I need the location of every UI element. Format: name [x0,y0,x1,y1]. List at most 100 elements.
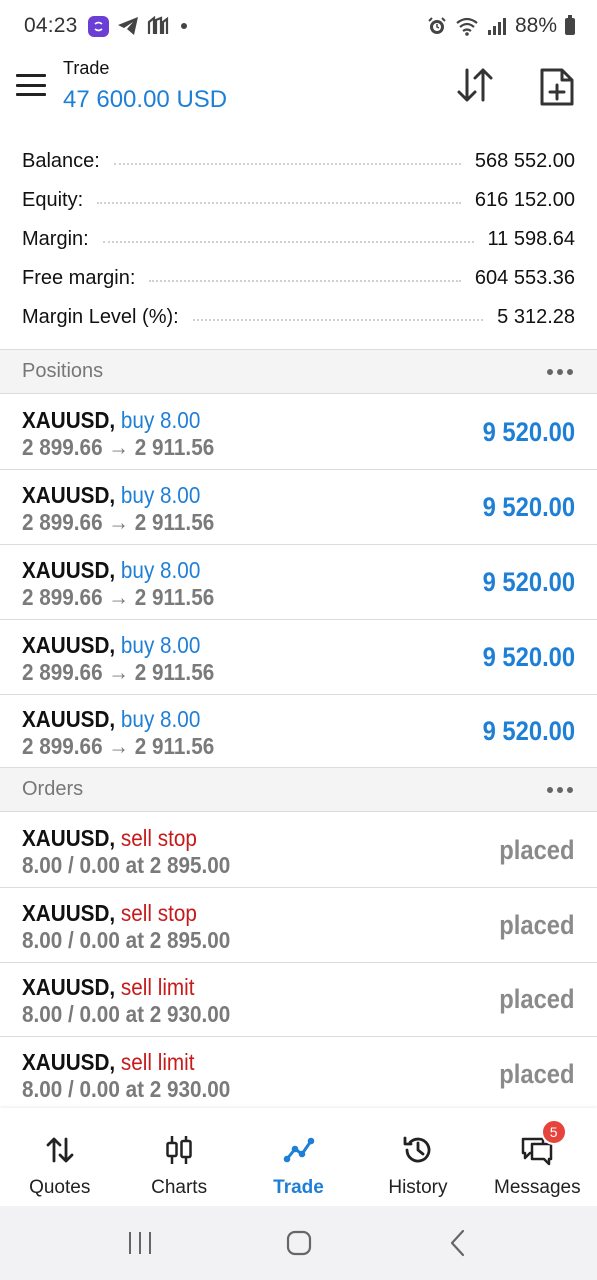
new-order-icon [540,68,574,106]
more-icon [547,368,553,375]
account-summary: Balance: 568 552.00 Equity: 616 152.00 M… [0,138,597,348]
dotted-leader [149,279,461,282]
order-title: XAUUSD, sell limit [22,974,195,1001]
sort-button[interactable] [455,66,497,106]
position-title: XAUUSD, buy 8.00 [22,632,200,659]
position-symbol: XAUUSD, [22,706,116,732]
viber-icon [87,15,109,37]
summary-label: Margin: [22,228,89,250]
nav-trade[interactable]: Trade [239,1108,358,1206]
back-button[interactable] [438,1223,478,1263]
position-prices: 2 899.66 → 2 911.56 [22,509,215,535]
position-row[interactable]: XAUUSD, buy 8.00 2 899.66 → 2 911.56 9 5… [0,470,597,545]
system-nav-bar [0,1206,597,1280]
notification-icons [87,15,187,37]
position-row[interactable]: XAUUSD, buy 8.00 2 899.66 → 2 911.56 9 5… [0,395,597,470]
order-type: sell limit [120,974,195,1000]
order-type: sell limit [120,1049,195,1075]
position-title: XAUUSD, buy 8.00 [22,482,200,509]
quotes-icon [46,1137,74,1163]
order-title: XAUUSD, sell stop [22,825,197,852]
position-type: buy 8.00 [120,557,201,583]
nav-label: Charts [151,1177,208,1198]
order-symbol: XAUUSD, [22,900,116,926]
trade-icon [283,1137,314,1163]
summary-label: Free margin: [22,267,136,289]
position-prices: 2 899.66 → 2 911.56 [22,584,215,610]
order-status: placed [499,835,575,865]
order-type: sell stop [120,900,197,926]
bottom-nav: Quotes Charts Trade History Messages 5 [0,1108,597,1206]
new-order-button[interactable] [538,66,576,108]
order-symbol: XAUUSD, [22,1049,116,1075]
position-type: buy 8.00 [120,706,201,732]
order-row[interactable]: XAUUSD, sell stop 8.00 / 0.00 at 2 895.0… [0,813,597,888]
nav-label: Quotes [29,1177,91,1198]
status-bar: 04:23 88% [0,0,597,52]
order-status: placed [499,984,575,1014]
dotted-leader [113,162,461,165]
battery-icon [565,14,575,35]
sort-icon [457,68,493,102]
signal-icon [487,18,506,35]
position-prices: 2 899.66 → 2 911.56 [22,434,215,460]
nav-history[interactable]: History [358,1108,477,1206]
back-icon [450,1229,464,1257]
more-notifications-icon [180,23,187,29]
home-button[interactable] [279,1223,319,1263]
order-details: 8.00 / 0.00 at 2 895.00 [22,852,231,878]
nav-charts[interactable]: Charts [119,1108,238,1206]
summary-row-balance: Balance: 568 552.00 [22,142,575,181]
recent-apps-icon [128,1232,151,1254]
order-row[interactable]: XAUUSD, sell stop 8.00 / 0.00 at 2 895.0… [0,888,597,963]
header-balance: 47 600.00 USD [63,86,228,113]
position-title: XAUUSD, buy 8.00 [22,407,200,434]
menu-button[interactable] [16,72,46,98]
section-title: Orders [22,778,84,800]
order-details: 8.00 / 0.00 at 2 930.00 [22,1076,231,1102]
order-row[interactable]: XAUUSD, sell limit 8.00 / 0.00 at 2 930.… [0,962,597,1037]
system-status: 88% [427,14,575,38]
summary-row-margin: Margin: 11 598.64 [22,220,575,259]
orders-more-button[interactable] [545,781,575,799]
telegram-icon [117,17,138,35]
position-row[interactable]: XAUUSD, buy 8.00 2 899.66 → 2 911.56 9 5… [0,545,597,620]
messages-badge: 5 [540,1119,567,1145]
nav-messages[interactable]: Messages 5 [478,1108,597,1206]
menu-icon [16,74,46,77]
alarm-icon [428,17,446,34]
app-icon [147,16,168,34]
position-profit: 9 520.00 [482,492,575,522]
summary-label: Balance: [22,150,100,172]
summary-row-margin-level: Margin Level (%): 5 312.28 [22,298,575,337]
summary-value: 568 552.00 [474,150,575,172]
summary-row-equity: Equity: 616 152.00 [22,181,575,220]
position-symbol: XAUUSD, [22,407,116,433]
section-title: Positions [22,360,104,382]
position-profit: 9 520.00 [482,417,575,447]
home-icon [286,1230,311,1256]
nav-label: Trade [273,1177,324,1198]
order-row[interactable]: XAUUSD, sell limit 8.00 / 0.00 at 2 930.… [0,1037,597,1112]
position-type: buy 8.00 [120,632,201,658]
nav-quotes[interactable]: Quotes [0,1108,119,1206]
page-title: Trade [63,58,110,78]
position-symbol: XAUUSD, [22,632,116,658]
order-type: sell stop [120,825,197,851]
positions-more-button[interactable] [545,363,575,381]
position-title: XAUUSD, buy 8.00 [22,706,200,733]
recent-apps-button[interactable] [120,1223,160,1263]
app-header: Trade 47 600.00 USD [0,52,597,128]
dotted-leader [97,201,461,204]
summary-row-free-margin: Free margin: 604 553.36 [22,259,575,298]
summary-value: 604 553.36 [474,267,575,289]
order-symbol: XAUUSD, [22,825,116,851]
position-row[interactable]: XAUUSD, buy 8.00 2 899.66 → 2 911.56 9 5… [0,694,597,769]
position-row[interactable]: XAUUSD, buy 8.00 2 899.66 → 2 911.56 9 5… [0,620,597,695]
position-profit: 9 520.00 [482,567,575,597]
dotted-leader [192,318,484,321]
position-prices: 2 899.66 → 2 911.56 [22,733,215,759]
position-profit: 9 520.00 [482,716,575,746]
status-time: 04:23 [24,14,78,37]
position-symbol: XAUUSD, [22,557,116,583]
